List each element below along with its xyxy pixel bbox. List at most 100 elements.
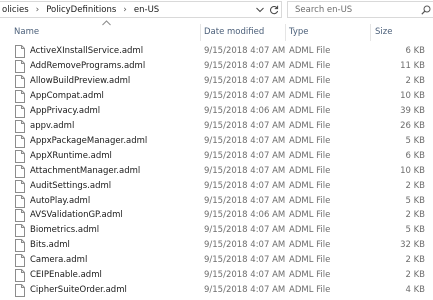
document-icon bbox=[15, 194, 25, 208]
file-row[interactable]: Camera.adml 9/15/2018 4:07 AM ADML File 2 K… bbox=[0, 253, 433, 268]
column-divider[interactable] bbox=[285, 24, 286, 41]
document-icon bbox=[15, 45, 25, 58]
file-name[interactable]: Biometrics.adml bbox=[30, 223, 202, 238]
breadcrumb-en-us[interactable]: en-US bbox=[132, 5, 161, 15]
file-date-modified: 9/15/2018 4:06 AM bbox=[204, 105, 286, 116]
file-type: ADML File bbox=[289, 240, 331, 251]
search-icon[interactable] bbox=[419, 2, 433, 17]
file-row[interactable]: AuditSettings.adml 9/15/2018 4:07 AM ADML … bbox=[0, 179, 433, 194]
file-type: ADML File bbox=[289, 180, 331, 191]
column-header-type[interactable]: Type bbox=[289, 21, 367, 43]
file-size: 4 KB bbox=[405, 285, 425, 296]
file-row[interactable]: AppxPackageManager.adml 9/15/2018 4:07 AM… bbox=[0, 134, 433, 149]
file-date-modified: 9/15/2018 4:07 AM bbox=[204, 195, 286, 206]
breadcrumb-separator-icon[interactable]: › bbox=[118, 5, 132, 15]
file-name[interactable]: AppxPackageManager.adml bbox=[30, 134, 202, 149]
file-type: ADML File bbox=[289, 150, 331, 161]
file-date-modified: 9/15/2018 4:07 AM bbox=[204, 270, 286, 281]
file-type: ADML File bbox=[289, 225, 331, 236]
file-row[interactable]: Biometrics.adml 9/15/2018 4:07 AM ADML Fil… bbox=[0, 223, 433, 238]
file-size: 10 KB bbox=[400, 165, 425, 176]
file-name[interactable]: AppCompat.adml bbox=[30, 89, 202, 104]
file-row[interactable]: AttachmentManager.adml 9/15/2018 4:07 AM A… bbox=[0, 164, 433, 179]
file-name[interactable]: AddRemovePrograms.adml bbox=[30, 59, 202, 74]
document-icon bbox=[15, 59, 25, 73]
file-date-modified: 9/15/2018 4:06 AM bbox=[204, 210, 286, 221]
file-row[interactable]: AddRemovePrograms.adml 9/15/2018 4:07 AM A… bbox=[0, 59, 433, 74]
search-box[interactable]: Search en-US bbox=[287, 1, 433, 18]
file-name[interactable]: AppPrivacy.adml bbox=[30, 104, 202, 119]
file-name[interactable]: AllowBuildPreview.adml bbox=[30, 74, 202, 89]
file-date-modified: 9/15/2018 4:07 AM bbox=[204, 46, 286, 56]
file-size: 2 KB bbox=[405, 255, 425, 266]
file-date-modified: 9/15/2018 4:07 AM bbox=[204, 165, 286, 176]
document-icon bbox=[15, 179, 25, 193]
column-divider[interactable] bbox=[200, 24, 201, 41]
file-date-modified: 9/15/2018 4:07 AM bbox=[204, 75, 286, 86]
document-icon bbox=[15, 239, 25, 253]
file-row[interactable]: CipherSuiteOrder.adml 9/15/2018 4:07 AM AD… bbox=[0, 283, 433, 298]
file-type: ADML File bbox=[289, 135, 331, 146]
document-icon bbox=[15, 224, 25, 238]
file-date-modified: 9/15/2018 4:07 AM bbox=[204, 240, 286, 251]
file-date-modified: 9/15/2018 4:07 AM bbox=[204, 225, 286, 236]
file-row[interactable]: Bits.adml 9/15/2018 4:07 AM ADML File 32 KB bbox=[0, 238, 433, 253]
document-icon bbox=[15, 149, 25, 163]
file-row[interactable]: CEIPEnable.adml 9/15/2018 4:07 AM ADML Fil… bbox=[0, 268, 433, 283]
address-bar[interactable]: olicies › PolicyDefinitions › en-US bbox=[0, 1, 282, 18]
file-name[interactable]: AutoPlay.adml bbox=[30, 194, 202, 209]
file-type: ADML File bbox=[289, 270, 331, 281]
file-row[interactable]: appv.adml 9/15/2018 4:07 AM ADML File 26 KB bbox=[0, 119, 433, 134]
file-type: ADML File bbox=[289, 285, 331, 296]
file-date-modified: 9/15/2018 4:07 AM bbox=[204, 120, 286, 131]
column-header-date-modified[interactable]: Date modified bbox=[204, 21, 283, 43]
file-name[interactable]: CEIPEnable.adml bbox=[30, 268, 202, 283]
search-input[interactable]: Search en-US bbox=[295, 5, 419, 15]
file-name[interactable]: Camera.adml bbox=[30, 253, 202, 268]
file-type: ADML File bbox=[289, 255, 331, 266]
file-row[interactable]: ActiveXInstallService.adml 9/15/2018 4:07… bbox=[0, 44, 433, 59]
file-size: 6 KB bbox=[405, 150, 425, 161]
column-header: Name Date modified Type Size bbox=[0, 20, 433, 43]
file-date-modified: 9/15/2018 4:07 AM bbox=[204, 255, 286, 266]
document-icon bbox=[15, 134, 25, 148]
file-row[interactable]: AllowBuildPreview.adml 9/15/2018 4:07 AM A… bbox=[0, 74, 433, 89]
column-header-name[interactable]: Name bbox=[14, 21, 197, 43]
file-row[interactable]: AppXRuntime.adml 9/15/2018 4:07 AM ADML Fi… bbox=[0, 149, 433, 164]
file-name[interactable]: CipherSuiteOrder.adml bbox=[30, 283, 202, 298]
file-size: 5 KB bbox=[405, 225, 425, 236]
file-type: ADML File bbox=[289, 75, 331, 86]
file-name[interactable]: AppXRuntime.adml bbox=[30, 149, 202, 164]
breadcrumb-policydefinitions[interactable]: PolicyDefinitions bbox=[44, 5, 118, 15]
refresh-icon[interactable] bbox=[267, 2, 281, 17]
file-name[interactable]: AttachmentManager.adml bbox=[30, 164, 202, 179]
file-size: 10 KB bbox=[400, 90, 425, 101]
document-icon bbox=[15, 284, 25, 298]
file-row[interactable]: AVSValidationGP.adml 9/15/2018 4:06 AM ADM… bbox=[0, 208, 433, 223]
file-size: 11 KB bbox=[400, 60, 425, 71]
column-divider[interactable] bbox=[370, 24, 371, 41]
file-name[interactable]: Bits.adml bbox=[30, 238, 202, 253]
file-type: ADML File bbox=[289, 210, 331, 221]
file-name[interactable]: appv.adml bbox=[30, 119, 202, 134]
file-row[interactable]: AppPrivacy.adml 9/15/2018 4:06 AM ADML Fil… bbox=[0, 104, 433, 119]
chevron-down-icon[interactable] bbox=[253, 2, 267, 17]
column-header-size[interactable]: Size bbox=[375, 21, 433, 43]
file-size: 6 KB bbox=[405, 46, 425, 56]
file-date-modified: 9/15/2018 4:07 AM bbox=[204, 150, 286, 161]
file-row[interactable]: AutoPlay.adml 9/15/2018 4:07 AM ADML File 5… bbox=[0, 194, 433, 209]
file-size: 2 KB bbox=[405, 270, 425, 281]
file-size: 39 KB bbox=[400, 105, 425, 116]
file-size: 26 KB bbox=[400, 120, 425, 131]
breadcrumb-separator-icon[interactable]: › bbox=[31, 5, 45, 15]
file-type: ADML File bbox=[289, 195, 331, 206]
file-name[interactable]: AuditSettings.adml bbox=[30, 179, 202, 194]
file-row[interactable]: AppCompat.adml 9/15/2018 4:07 AM ADML File… bbox=[0, 89, 433, 104]
file-type: ADML File bbox=[289, 60, 331, 71]
file-name[interactable]: AVSValidationGP.adml bbox=[30, 208, 202, 223]
breadcrumb-policies[interactable]: olicies bbox=[0, 5, 31, 15]
file-name[interactable]: ActiveXInstallService.adml bbox=[30, 44, 202, 59]
document-icon bbox=[15, 89, 25, 103]
document-icon bbox=[15, 254, 25, 268]
document-icon bbox=[15, 74, 25, 88]
